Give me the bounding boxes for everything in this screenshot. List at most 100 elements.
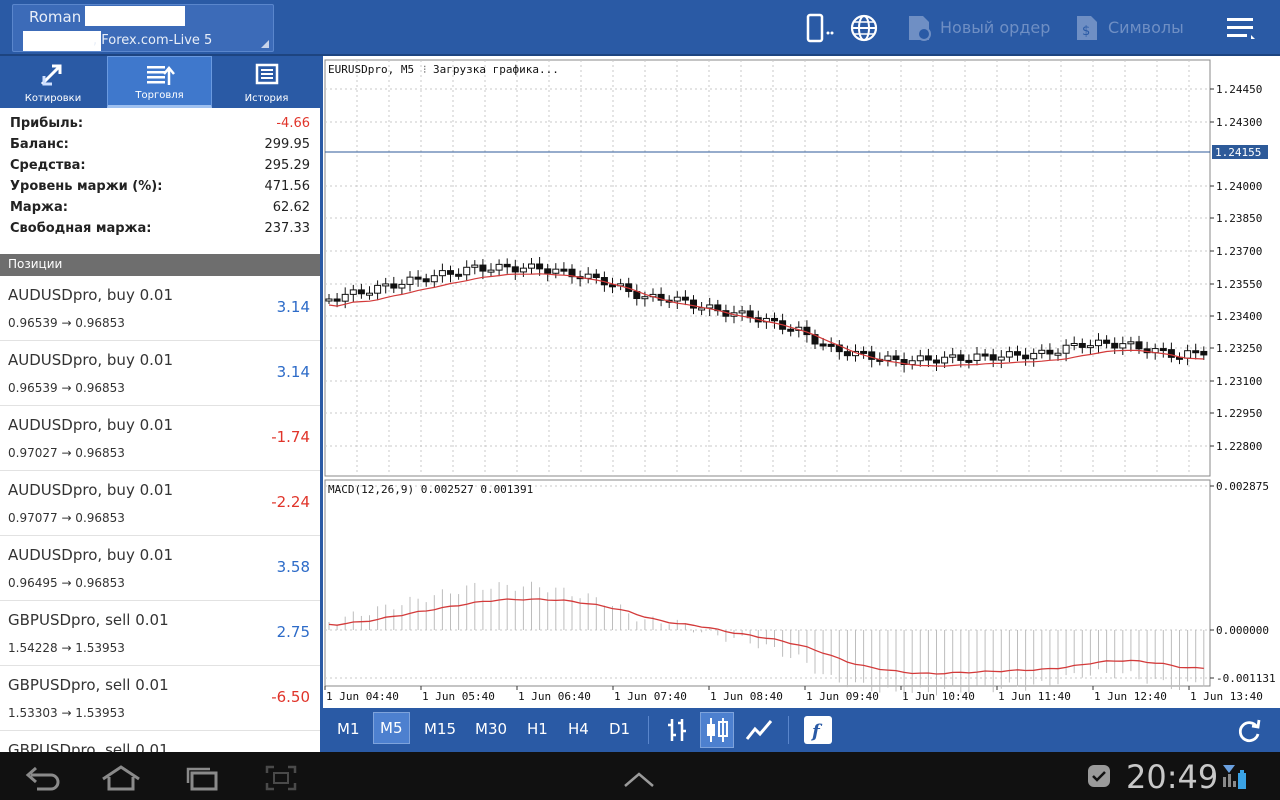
- position-prices: 0.96495 → 0.96853: [8, 576, 125, 590]
- timeframe-m15[interactable]: M15: [424, 720, 456, 738]
- candle-body: [390, 283, 398, 289]
- redacted-block: [85, 6, 185, 26]
- candle-body: [430, 275, 438, 283]
- candle-body: [698, 307, 706, 311]
- macd-tick-label: 0.000000: [1216, 624, 1269, 637]
- chevron-up-icon[interactable]: [620, 764, 658, 796]
- top-bar: Roman , Forex.com-Live 5 Новый ордер $ С…: [0, 0, 1280, 56]
- candle-body: [1111, 342, 1119, 349]
- candle-body: [544, 268, 552, 274]
- candle-body: [1070, 342, 1078, 346]
- price-tick-label: 1.23100: [1216, 375, 1262, 388]
- symbols-button[interactable]: Символы: [1108, 18, 1184, 37]
- svg-text:$: $: [1082, 24, 1090, 39]
- divider: [648, 716, 649, 744]
- account-selector[interactable]: Roman , Forex.com-Live 5: [12, 4, 274, 52]
- timeframe-h4[interactable]: H4: [568, 720, 589, 738]
- back-icon[interactable]: [22, 762, 62, 794]
- phone-icon[interactable]: [802, 12, 836, 44]
- candle-body: [1159, 348, 1167, 352]
- candle-body: [892, 355, 900, 361]
- candlestick-icon[interactable]: [700, 712, 734, 748]
- candle-body: [592, 273, 600, 279]
- system-clock: 20:49: [1126, 758, 1219, 796]
- summary-row: Маржа: 62.62: [10, 200, 310, 215]
- position-row[interactable]: GBPUSDpro, sell 0.01: [0, 731, 320, 752]
- position-row[interactable]: GBPUSDpro, sell 0.01 1.53303 → 1.53953 -6.…: [0, 666, 320, 731]
- indicators-icon[interactable]: f: [804, 716, 832, 744]
- timeframe-d1[interactable]: D1: [609, 720, 630, 738]
- timeframe-m1[interactable]: M1: [337, 720, 360, 738]
- price-tick-label: 1.22950: [1216, 407, 1262, 420]
- timeframe-m30[interactable]: M30: [475, 720, 507, 738]
- candle-body: [738, 310, 746, 314]
- candle-body: [519, 267, 527, 273]
- new-order-icon[interactable]: [904, 12, 934, 44]
- candle-body: [673, 296, 681, 302]
- notification-icon: [1084, 760, 1114, 792]
- candle-body: [447, 270, 454, 275]
- position-row[interactable]: AUDUSDpro, buy 0.01 0.96495 → 0.96853 3.58: [0, 536, 320, 601]
- recent-apps-icon[interactable]: [182, 762, 222, 794]
- tab-trade[interactable]: Торговля: [107, 56, 212, 108]
- price-tick-label: 1.23850: [1216, 212, 1262, 225]
- bar-chart-icon[interactable]: [664, 714, 690, 746]
- price-tick-label: 1.24300: [1216, 116, 1262, 129]
- time-tick-label: 1 Jun 10:40: [902, 690, 975, 703]
- home-icon[interactable]: [98, 762, 144, 794]
- position-row[interactable]: AUDUSDpro, buy 0.01 0.97027 → 0.96853 -1.7…: [0, 406, 320, 471]
- time-tick-label: 1 Jun 09:40: [806, 690, 879, 703]
- screenshot-icon[interactable]: [262, 762, 300, 794]
- candle-body: [479, 264, 487, 272]
- candle-body: [325, 298, 333, 302]
- time-tick-label: 1 Jun 06:40: [518, 690, 591, 703]
- refresh-icon[interactable]: [1234, 715, 1264, 747]
- position-row[interactable]: AUDUSDpro, buy 0.01 0.96539 → 0.96853 3.14: [0, 341, 320, 406]
- candle-body: [771, 317, 778, 322]
- positions-list[interactable]: AUDUSDpro, buy 0.01 0.96539 → 0.96853 3.14…: [0, 276, 320, 752]
- account-summary: Прибыль: -4.66 Баланс: 299.95 Средства: …: [0, 114, 320, 240]
- position-profit: 2.75: [276, 623, 310, 641]
- summary-row: Средства: 295.29: [10, 158, 310, 173]
- price-chart[interactable]: 1.24450 1.24300 1.24000 1.23850 1.23700 1.235…: [323, 56, 1280, 708]
- tab-history[interactable]: История: [213, 56, 320, 108]
- candle-body: [487, 269, 495, 273]
- position-symbol: GBPUSDpro, sell 0.01: [8, 741, 169, 752]
- candle-body: [706, 304, 714, 309]
- price-tick-label: 1.24450: [1216, 83, 1262, 96]
- time-tick-label: 1 Jun 11:40: [998, 690, 1071, 703]
- price-plot-frame: [324, 59, 1211, 477]
- chart-symbol-label: EURUSDpro, M5: [328, 63, 414, 76]
- candle-body: [1038, 349, 1046, 354]
- position-symbol: AUDUSDpro, buy 0.01: [8, 546, 173, 564]
- candle-body: [463, 266, 471, 276]
- chart-panel[interactable]: 1.24450 1.24300 1.24000 1.23850 1.23700 1.235…: [320, 56, 1280, 708]
- menu-icon[interactable]: [1224, 12, 1258, 44]
- candle-body: [787, 328, 795, 332]
- line-chart-icon[interactable]: [744, 714, 774, 746]
- tab-quotes[interactable]: Котировки: [0, 56, 106, 108]
- price-tick-label: 1.23400: [1216, 310, 1262, 323]
- timeframe-h1[interactable]: H1: [527, 720, 548, 738]
- position-profit: -2.24: [271, 493, 310, 511]
- globe-icon[interactable]: [848, 12, 880, 44]
- position-row[interactable]: GBPUSDpro, sell 0.01 1.54228 → 1.53953 2.7…: [0, 601, 320, 666]
- position-row[interactable]: AUDUSDpro, buy 0.01 0.97077 → 0.96853 -2.2…: [0, 471, 320, 536]
- candle-body: [382, 283, 390, 287]
- new-order-button[interactable]: Новый ордер: [940, 18, 1050, 37]
- timeframe-m5[interactable]: M5: [373, 712, 410, 744]
- position-row[interactable]: AUDUSDpro, buy 0.01 0.96539 → 0.96853 3.14: [0, 276, 320, 341]
- summary-row: Прибыль: -4.66: [10, 116, 310, 131]
- candle-body: [438, 270, 446, 277]
- symbols-icon[interactable]: $: [1072, 12, 1102, 44]
- candle-body: [641, 296, 649, 300]
- candle-body: [949, 354, 957, 358]
- candle-body: [965, 359, 973, 363]
- system-navbar: 20:49: [0, 752, 1280, 800]
- candle-body: [908, 360, 916, 365]
- candle-body: [414, 276, 422, 280]
- position-symbol: AUDUSDpro, buy 0.01: [8, 416, 173, 434]
- position-prices: 1.54228 → 1.53953: [8, 641, 125, 655]
- candle-body: [1135, 341, 1143, 350]
- summary-row: Баланс: 299.95: [10, 137, 310, 152]
